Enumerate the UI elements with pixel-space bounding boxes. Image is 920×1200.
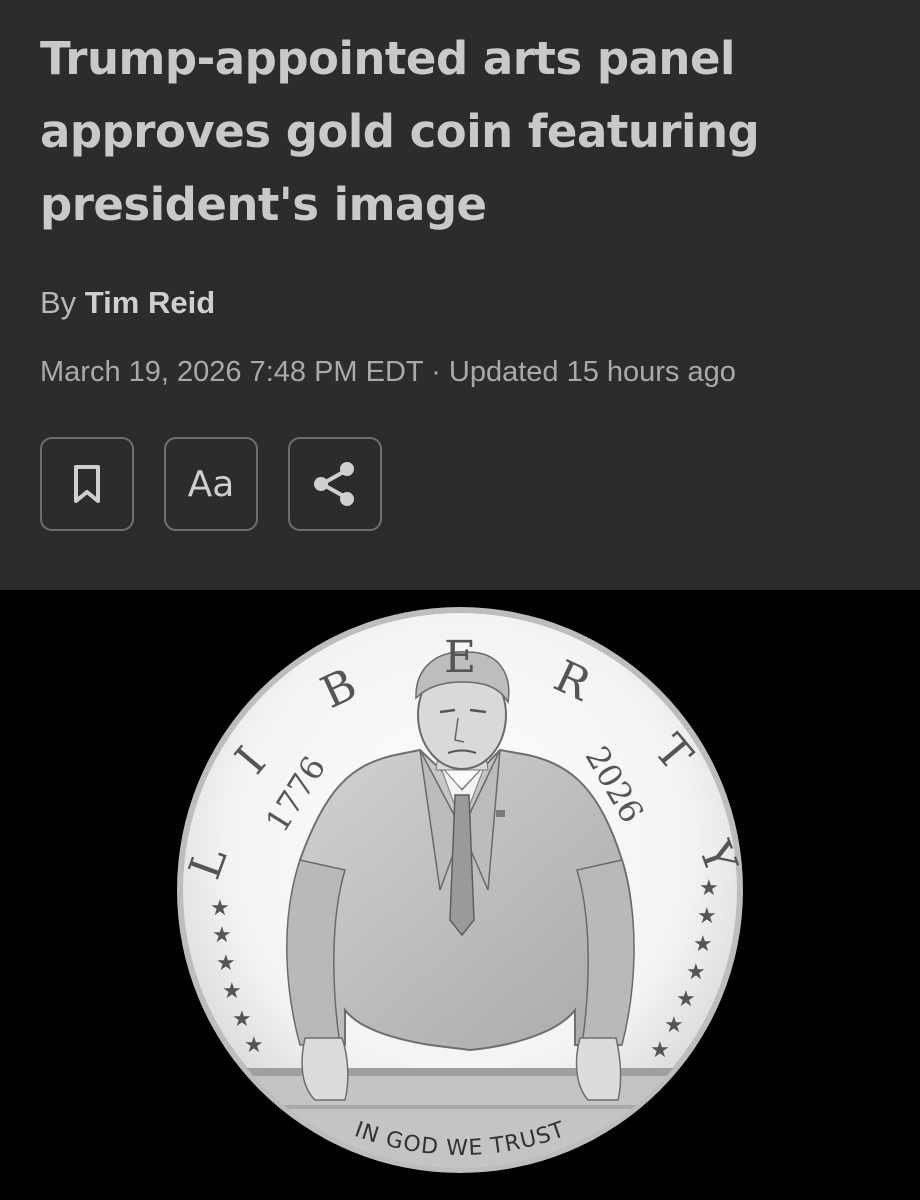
coin-image: L I B E R T Y 1776 2026 ★ ★ ★ ★ ★ ★ ★ ★ … [177,607,747,1173]
svg-text:★: ★ [222,979,242,1004]
svg-text:★: ★ [693,932,713,957]
svg-text:★: ★ [699,876,719,901]
author-link[interactable]: Tim Reid [85,285,215,320]
svg-text:★: ★ [686,960,706,985]
text-size-button[interactable]: Aa [164,437,258,531]
svg-text:★: ★ [210,896,230,921]
svg-text:★: ★ [212,923,232,948]
article-header: Trump-appointed arts panel approves gold… [0,0,920,590]
article-toolbar: Aa [40,437,382,531]
svg-text:★: ★ [650,1038,670,1063]
svg-text:★: ★ [216,951,236,976]
svg-text:★: ★ [232,1007,252,1032]
share-button[interactable] [288,437,382,531]
coin-letter-e: E [444,632,476,683]
svg-text:★: ★ [664,1013,684,1038]
share-icon [314,462,354,506]
byline-prefix: By [40,285,85,320]
text-size-label: Aa [187,463,235,505]
headline: Trump-appointed arts panel approves gold… [40,32,760,231]
svg-text:★: ★ [697,904,717,929]
bookmark-icon [74,465,100,503]
byline: By Tim Reid [40,285,215,321]
svg-text:★: ★ [244,1033,264,1058]
coin-table [182,1070,738,1168]
dateline: March 19, 2026 7:48 PM EDT · Updated 15 … [40,356,736,388]
hero-image: L I B E R T Y 1776 2026 ★ ★ ★ ★ ★ ★ ★ ★ … [0,590,920,1200]
svg-text:★: ★ [676,987,696,1012]
bookmark-button[interactable] [40,437,134,531]
